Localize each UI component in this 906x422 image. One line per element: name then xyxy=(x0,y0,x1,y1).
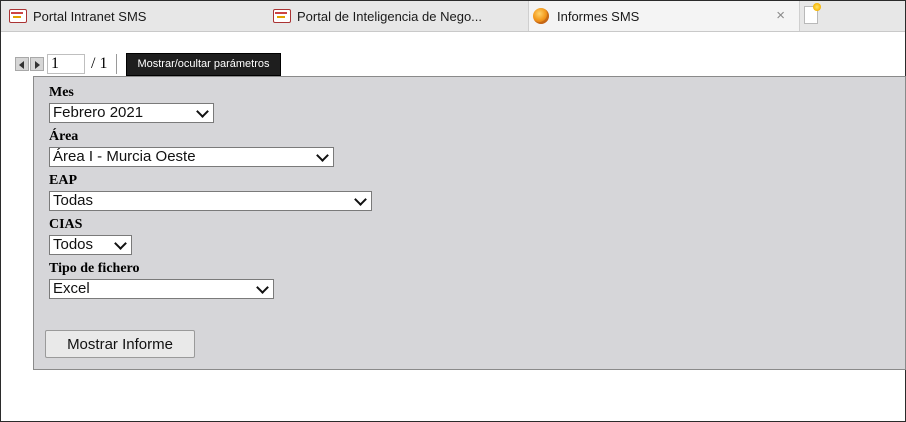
parameters-panel: Mes Febrero 2021 Área Área I - Murcia Oe… xyxy=(33,76,906,370)
arrow-right-icon xyxy=(35,61,40,69)
chevron-down-icon xyxy=(114,237,127,250)
globe-icon xyxy=(533,8,549,24)
browser-window: Portal Intranet SMS Portal de Inteligenc… xyxy=(0,0,906,422)
report-toolbar: 1 / 1 Mostrar/ocultar parámetros xyxy=(15,52,281,76)
cias-select[interactable]: Todos xyxy=(49,235,132,255)
close-icon[interactable]: × xyxy=(776,8,785,23)
eap-select[interactable]: Todas xyxy=(49,191,372,211)
chevron-down-icon xyxy=(256,281,269,294)
previous-page-button[interactable] xyxy=(15,57,29,71)
sms-logo-icon xyxy=(9,9,27,23)
toggle-parameters-button[interactable]: Mostrar/ocultar parámetros xyxy=(126,52,281,76)
tipo-fichero-label: Tipo de fichero xyxy=(49,261,140,276)
new-tab-icon[interactable] xyxy=(804,3,821,24)
show-report-button[interactable]: Mostrar Informe xyxy=(45,330,195,358)
area-value: Área I - Murcia Oeste xyxy=(53,148,196,165)
cias-value: Todos xyxy=(53,236,94,253)
tab-strip: Portal Intranet SMS Portal de Inteligenc… xyxy=(1,1,905,32)
tab-label: Portal de Inteligencia de Nego... xyxy=(297,8,483,24)
cias-label: CIAS xyxy=(49,217,83,232)
chevron-down-icon xyxy=(196,105,209,118)
tab-label: Portal Intranet SMS xyxy=(33,8,147,24)
area-label: Área xyxy=(49,129,79,144)
tab-portal-inteligencia[interactable]: Portal de Inteligencia de Nego... xyxy=(267,1,525,31)
sms-logo-icon xyxy=(273,9,291,23)
toolbar-divider xyxy=(116,54,118,74)
mes-label: Mes xyxy=(49,85,74,100)
eap-label: EAP xyxy=(49,173,77,188)
area-select[interactable]: Área I - Murcia Oeste xyxy=(49,147,334,167)
eap-value: Todas xyxy=(53,192,94,209)
tab-label: Informes SMS xyxy=(557,8,640,24)
chevron-down-icon xyxy=(354,193,367,206)
tab-informes-sms[interactable]: Informes SMS × xyxy=(528,1,800,31)
tipo-fichero-select[interactable]: Excel xyxy=(49,279,274,299)
page-total: / 1 xyxy=(91,55,108,72)
tipo-fichero-value: Excel xyxy=(53,280,90,297)
mes-select[interactable]: Febrero 2021 xyxy=(49,103,214,123)
arrow-left-icon xyxy=(19,61,24,69)
next-page-button[interactable] xyxy=(30,57,44,71)
mes-value: Febrero 2021 xyxy=(53,104,144,121)
tab-portal-intranet[interactable]: Portal Intranet SMS xyxy=(3,1,265,31)
page-number-input[interactable]: 1 xyxy=(47,54,85,74)
chevron-down-icon xyxy=(316,149,329,162)
